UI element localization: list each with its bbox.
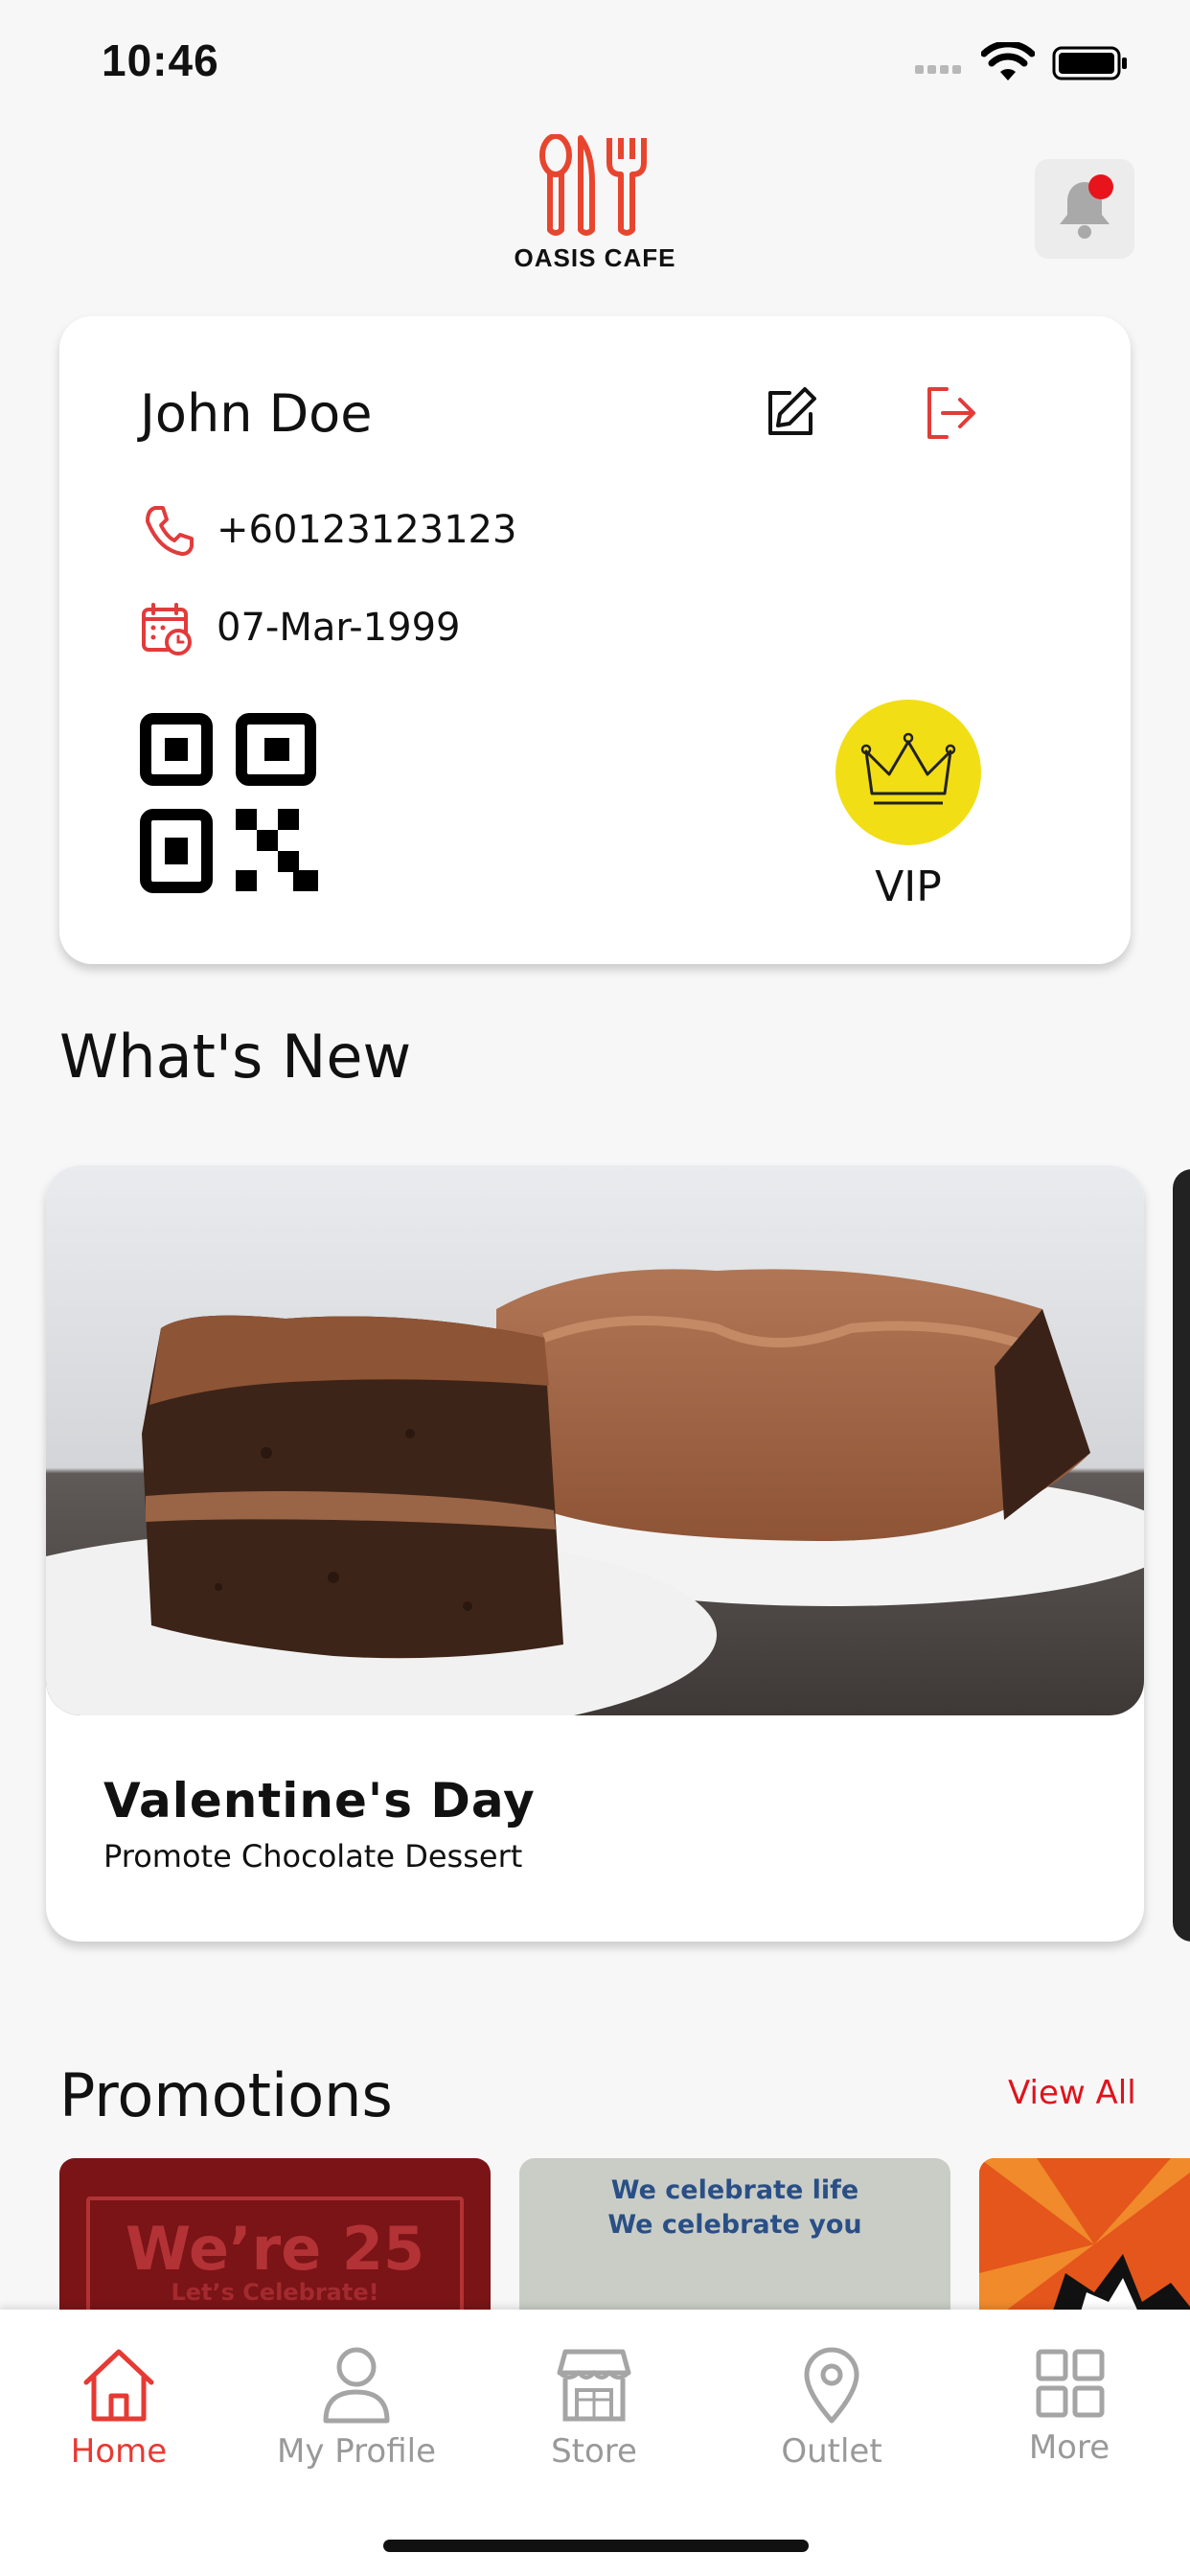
notification-badge xyxy=(1088,174,1113,199)
profile-dob: 07-Mar-1999 xyxy=(217,606,461,650)
nav-outlet-label: Outlet xyxy=(781,2432,882,2471)
crown-icon xyxy=(860,732,956,805)
home-icon xyxy=(83,2349,154,2422)
whats-new-heading: What's New xyxy=(59,1022,412,1092)
phone-icon xyxy=(146,506,194,556)
profile-phone: +60123123123 xyxy=(217,508,517,552)
calendar-icon xyxy=(142,603,192,656)
promo-tagline: We celebrate you xyxy=(607,2210,862,2240)
bottom-nav: Home My Profile Store Outlet More xyxy=(0,2310,1190,2576)
status-time: 10:46 xyxy=(102,35,219,85)
vip-label: VIP xyxy=(875,862,942,911)
edit-icon[interactable] xyxy=(763,385,818,441)
nav-my-profile[interactable]: My Profile xyxy=(238,2329,475,2492)
promotion-card[interactable]: We celebrate life We celebrate you xyxy=(519,2158,950,2331)
next-news-card[interactable] xyxy=(1173,1169,1190,1942)
promo-headline: We celebrate life xyxy=(610,2175,859,2205)
news-title: Valentine's Day xyxy=(103,1773,536,1828)
brand-name: OASIS CAFE xyxy=(514,243,676,272)
qr-code-icon[interactable] xyxy=(140,713,320,895)
nav-home[interactable]: Home xyxy=(0,2329,238,2492)
wifi-icon xyxy=(981,42,1035,80)
promo-headline: We’re 25 xyxy=(125,2214,425,2284)
store-icon xyxy=(557,2349,631,2422)
grid-icon xyxy=(1036,2349,1105,2418)
cafe-logo-icon xyxy=(539,134,647,236)
promotions-heading: Promotions xyxy=(59,2060,393,2130)
location-pin-icon xyxy=(804,2347,859,2424)
home-indicator xyxy=(383,2540,809,2552)
vip-badge xyxy=(835,700,981,845)
nav-more[interactable]: More xyxy=(950,2329,1188,2492)
nav-my-profile-label: My Profile xyxy=(277,2432,436,2471)
promo-tagline: Let’s Celebrate! xyxy=(171,2279,379,2306)
battery-icon xyxy=(1052,46,1127,80)
nav-more-label: More xyxy=(1028,2428,1110,2467)
notifications-button[interactable] xyxy=(1035,159,1134,259)
nav-outlet[interactable]: Outlet xyxy=(713,2329,950,2492)
nav-store[interactable]: Store xyxy=(475,2329,713,2492)
news-subtitle: Promote Chocolate Dessert xyxy=(103,1838,523,1874)
profile-name: John Doe xyxy=(140,383,373,444)
cellular-signal-icon xyxy=(915,59,965,78)
chocolate-cake-image xyxy=(46,1165,1144,1715)
view-all-link[interactable]: View All xyxy=(1008,2074,1136,2112)
nav-home-label: Home xyxy=(70,2432,168,2471)
promotion-card[interactable] xyxy=(979,2158,1190,2331)
promotion-card[interactable]: We’re 25 Let’s Celebrate! xyxy=(59,2158,491,2331)
user-icon xyxy=(323,2347,390,2424)
logout-icon[interactable] xyxy=(922,383,979,443)
nav-store-label: Store xyxy=(551,2432,637,2471)
promo-burst-image xyxy=(979,2158,1190,2331)
